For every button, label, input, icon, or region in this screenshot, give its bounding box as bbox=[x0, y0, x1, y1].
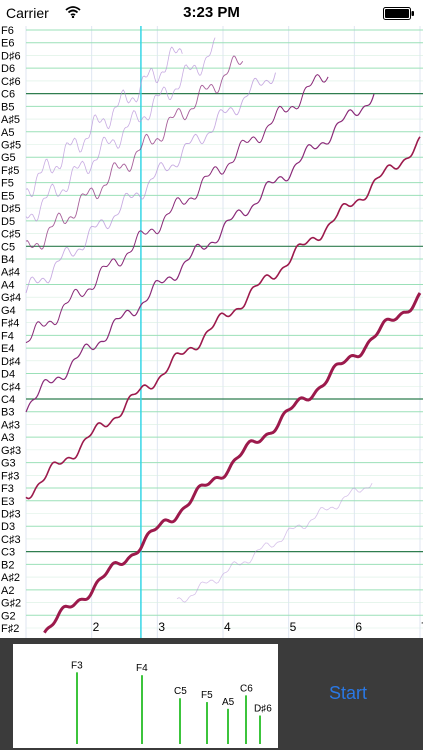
status-bar: Carrier 3:23 PM bbox=[0, 0, 423, 26]
battery-icon bbox=[383, 7, 414, 20]
note-label: A♯4 bbox=[1, 267, 20, 279]
note-label: C♯3 bbox=[1, 534, 21, 546]
note-label: A5 bbox=[1, 127, 14, 139]
note-label: D♯6 bbox=[1, 50, 21, 62]
note-label: A2 bbox=[1, 585, 14, 597]
note-label: F6 bbox=[1, 26, 14, 37]
note-label: A♯5 bbox=[1, 114, 20, 126]
note-bar-label: C6 bbox=[240, 683, 253, 694]
pitch-trace bbox=[25, 55, 244, 250]
note-label: G♯5 bbox=[1, 140, 21, 152]
note-label: D♯3 bbox=[1, 508, 21, 520]
note-label: B2 bbox=[1, 559, 14, 571]
note-label: D6 bbox=[1, 63, 15, 75]
note-label: E5 bbox=[1, 190, 14, 202]
pitch-trace bbox=[25, 46, 183, 197]
pitch-trace bbox=[25, 74, 329, 344]
note-label: E3 bbox=[1, 496, 14, 508]
time-label: 3 bbox=[158, 620, 165, 634]
note-bar-label: F3 bbox=[71, 660, 83, 671]
note-histogram-canvas: F3 F4 C5 F5 A5 C6D♯6 bbox=[71, 660, 272, 744]
note-label: F♯2 bbox=[1, 623, 19, 635]
note-bar-label: F4 bbox=[136, 663, 148, 674]
note-label: C♯4 bbox=[1, 381, 21, 393]
note-label: C4 bbox=[1, 394, 15, 406]
note-label: C3 bbox=[1, 547, 15, 559]
note-label: D5 bbox=[1, 216, 15, 228]
note-bar-label: C5 bbox=[174, 686, 187, 697]
pitch-graph-canvas: F6E6D♯6D6C♯6C6B5A♯5A5G♯5G5F♯5F5E5D♯5D5C♯… bbox=[1, 26, 423, 638]
note-label: B4 bbox=[1, 254, 14, 266]
note-label: E6 bbox=[1, 38, 14, 50]
note-label: G4 bbox=[1, 305, 16, 317]
note-label: E4 bbox=[1, 343, 14, 355]
note-label: D3 bbox=[1, 521, 15, 533]
note-label: D♯4 bbox=[1, 356, 21, 368]
note-label: G♯2 bbox=[1, 598, 21, 610]
note-label: F5 bbox=[1, 178, 14, 190]
pitch-trace bbox=[25, 37, 216, 222]
pitch-graph: F6 E6 D♯6 D6 C♯6 C6 B5 A♯5 A5 G♯5 G5 F♯5 F5 E5 D♯5 D5 C♯… bbox=[0, 26, 423, 638]
time-label: 6 bbox=[355, 620, 362, 634]
note-label: A4 bbox=[1, 279, 14, 291]
note-label: C♯6 bbox=[1, 76, 21, 88]
note-label: G3 bbox=[1, 458, 16, 470]
note-label: F3 bbox=[1, 483, 14, 495]
note-histogram: F3 F4 C5 F5 A5 C6 D♯6 bbox=[13, 644, 278, 748]
note-label: G♯4 bbox=[1, 292, 21, 304]
note-label: F♯3 bbox=[1, 470, 19, 482]
note-label: B3 bbox=[1, 407, 14, 419]
note-bar-label: D♯6 bbox=[254, 704, 272, 715]
note-label: G♯3 bbox=[1, 445, 21, 457]
time-label: 4 bbox=[224, 620, 231, 634]
time-label: 5 bbox=[290, 620, 297, 634]
bottom-panel: F3 F4 C5 F5 A5 C6 D♯6 Start bbox=[0, 638, 423, 750]
time-label: 2 bbox=[93, 620, 100, 634]
status-time: 3:23 PM bbox=[183, 4, 240, 21]
note-label: C♯5 bbox=[1, 229, 21, 241]
note-label: B5 bbox=[1, 101, 14, 113]
note-label: G5 bbox=[1, 152, 16, 164]
note-label: C5 bbox=[1, 241, 15, 253]
note-bar-label: F5 bbox=[201, 690, 213, 701]
note-bar-label: A5 bbox=[222, 697, 235, 708]
note-label: G2 bbox=[1, 610, 16, 622]
note-label: D♯5 bbox=[1, 203, 21, 215]
note-label: A3 bbox=[1, 432, 14, 444]
note-label: F♯5 bbox=[1, 165, 19, 177]
note-label: A♯2 bbox=[1, 572, 20, 584]
note-label: A♯3 bbox=[1, 419, 20, 431]
note-label: C6 bbox=[1, 89, 15, 101]
note-label: D4 bbox=[1, 369, 15, 381]
start-button[interactable]: Start bbox=[306, 678, 390, 708]
note-label: F4 bbox=[1, 330, 14, 342]
note-label: F♯4 bbox=[1, 318, 19, 330]
